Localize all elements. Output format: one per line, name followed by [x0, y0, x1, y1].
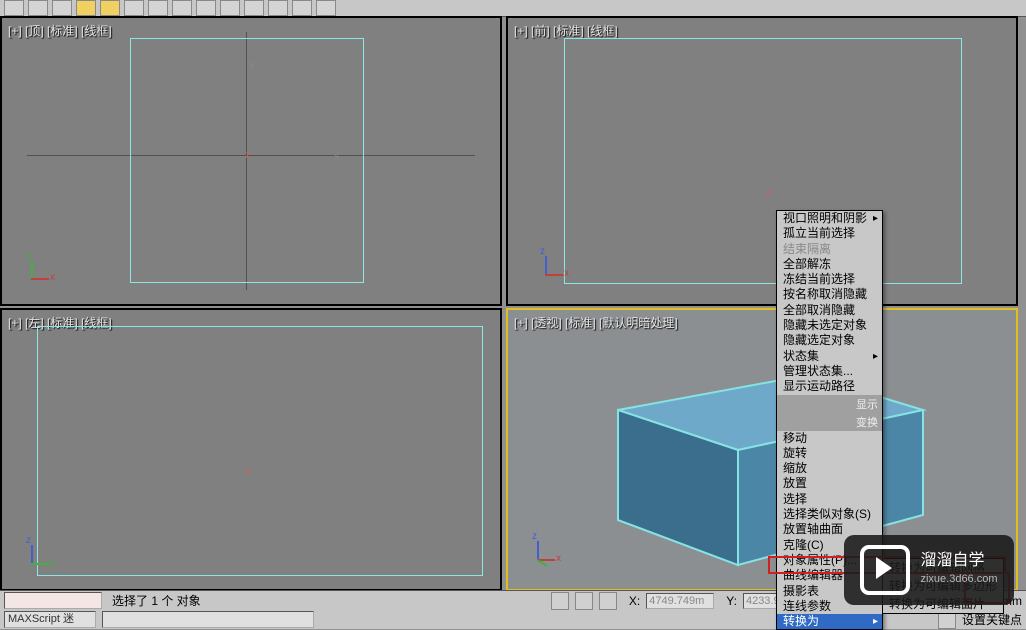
menu-viewport-lighting[interactable]: 视口照明和阴影 [777, 211, 882, 226]
lock-icon[interactable] [575, 592, 593, 610]
axis-gizmo: x y [16, 260, 46, 290]
menu-end-isolate: 结束隔离 [777, 242, 882, 257]
redo-icon[interactable] [28, 0, 48, 16]
axis-z-label: z [26, 535, 31, 546]
axis-gizmo: y z [16, 545, 46, 575]
viewport-perspective-label: [+] [透视] [标准] [默认明暗处理] [514, 314, 678, 331]
maxscript-input[interactable] [102, 611, 314, 628]
rotate-icon[interactable] [196, 0, 216, 16]
selection-bounds [37, 326, 483, 576]
undo-icon[interactable] [4, 0, 24, 16]
viewport-front[interactable]: [+] [前] [标准] [线框] z x z [506, 16, 1018, 306]
watermark-sub: zixue.3d66.com [920, 570, 997, 588]
menu-header-transform: 变换 [777, 413, 882, 431]
menu-manage-state-sets[interactable]: 管理状态集... [777, 364, 882, 379]
menu-unhide-by-name[interactable]: 按名称取消隐藏 [777, 287, 882, 302]
axis-gizmo: x z [522, 541, 552, 571]
watermark-overlay: 溜溜自学 zixue.3d66.com [844, 535, 1014, 605]
viewport-top[interactable]: [+] [顶] [标准] [线框] z y x x y [0, 16, 502, 306]
axis-x-label: x [564, 268, 569, 279]
abs-rel-icon[interactable] [599, 592, 617, 610]
axis-gizmo: x z [530, 256, 560, 286]
menu-unfreeze-all[interactable]: 全部解冻 [777, 257, 882, 272]
link-icon[interactable] [52, 0, 72, 16]
axis-z-label: z [532, 531, 537, 542]
menu-isolate-selection[interactable]: 孤立当前选择 [777, 226, 882, 241]
origin-z-label: z [766, 188, 771, 199]
timeline-slider[interactable] [4, 592, 102, 609]
x-input[interactable] [646, 593, 714, 609]
lock-selection-icon[interactable] [551, 592, 569, 610]
play-icon [860, 545, 910, 595]
menu-hide-unselected[interactable]: 隐藏未选定对象 [777, 318, 882, 333]
select-region-icon[interactable] [100, 0, 120, 16]
menu-rotate[interactable]: 旋转 [777, 446, 882, 461]
origin-y-label: y [250, 60, 255, 71]
menu-scale[interactable]: 缩放 [777, 461, 882, 476]
toolbar-icons [0, 0, 1026, 16]
menu-place[interactable]: 放置 [777, 476, 882, 491]
axis-y-label: y [26, 250, 31, 261]
viewport-front-label: [+] [前] [标准] [线框] [514, 22, 618, 39]
viewport-top-label: [+] [顶] [标准] [线框] [8, 22, 112, 39]
percent-snap-icon[interactable] [292, 0, 312, 16]
filter-icon[interactable] [148, 0, 168, 16]
menu-convert-to[interactable]: 转换为 [777, 614, 882, 629]
y-label: Y: [726, 594, 737, 608]
move-icon[interactable] [172, 0, 192, 16]
render-icon[interactable] [316, 0, 336, 16]
origin-z-label: z [245, 150, 250, 161]
scale-icon[interactable] [220, 0, 240, 16]
axis-z-label: z [540, 246, 545, 257]
axis-y-label: y [50, 557, 55, 568]
select-icon[interactable] [76, 0, 96, 16]
menu-header-display: 显示 [777, 395, 882, 413]
x-label: X: [629, 594, 640, 608]
angle-snap-icon[interactable] [268, 0, 288, 16]
axis-x-label: x [556, 553, 561, 564]
menu-unhide-all[interactable]: 全部取消隐藏 [777, 303, 882, 318]
menu-show-motion-paths[interactable]: 显示运动路径 [777, 379, 882, 394]
menu-select-similar[interactable]: 选择类似对象(S) [777, 507, 882, 522]
selection-status: 选择了 1 个 对象 [112, 592, 201, 609]
snap-icon[interactable] [244, 0, 264, 16]
main-toolbar [0, 0, 1026, 17]
viewport-left[interactable]: [+] [左] [标准] [线框] z y z [0, 308, 502, 591]
selection-bounds [564, 38, 962, 284]
origin-z-label: z [245, 466, 250, 477]
menu-freeze-selection[interactable]: 冻结当前选择 [777, 272, 882, 287]
menu-hide-selection[interactable]: 隐藏选定对象 [777, 333, 882, 348]
axis-x-label: x [50, 272, 55, 283]
watermark-title: 溜溜自学 [920, 552, 997, 570]
menu-move[interactable]: 移动 [777, 431, 882, 446]
window-crossing-icon[interactable] [124, 0, 144, 16]
origin-x-label: x [334, 152, 339, 163]
menu-select[interactable]: 选择 [777, 492, 882, 507]
menu-state-sets[interactable]: 状态集 [777, 349, 882, 364]
maxscript-label[interactable]: MAXScript 迷 [4, 611, 96, 628]
